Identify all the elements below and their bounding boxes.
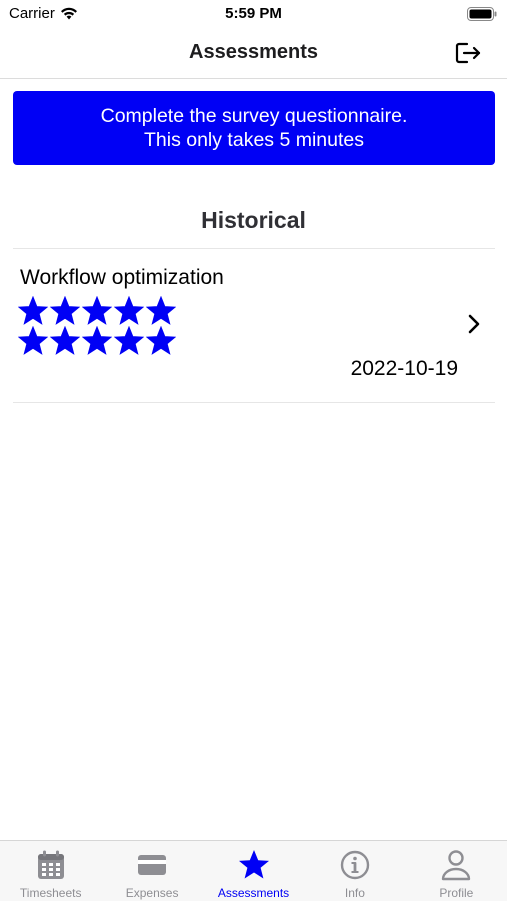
- survey-banner-button[interactable]: Complete the survey questionnaire. This …: [13, 91, 495, 165]
- banner-line-2: This only takes 5 minutes: [143, 129, 364, 151]
- star-icon: [50, 296, 80, 325]
- tab-bar: Timesheets Expenses Assessments Info Pro…: [0, 840, 507, 901]
- battery-icon: [467, 7, 497, 21]
- tab-info[interactable]: Info: [304, 841, 405, 901]
- info-icon: [340, 850, 370, 880]
- tab-expenses[interactable]: Expenses: [101, 841, 202, 901]
- star-icon: [18, 296, 48, 325]
- star-icon: [146, 296, 176, 325]
- tab-profile[interactable]: Profile: [406, 841, 507, 901]
- chevron-right-icon: [468, 314, 480, 334]
- tab-label: Assessments: [217, 886, 290, 900]
- star-icon: [114, 296, 144, 325]
- tab-assessments[interactable]: Assessments: [203, 841, 304, 901]
- star-icon: [238, 850, 269, 879]
- star-rating: [18, 296, 178, 356]
- banner-line-1: Complete the survey questionnaire.: [100, 105, 408, 127]
- tab-label: Info: [344, 886, 365, 900]
- status-time: 5:59 PM: [225, 5, 282, 22]
- credit-card-icon: [138, 855, 167, 875]
- divider: [13, 402, 495, 403]
- tab-label: Expenses: [125, 886, 179, 900]
- star-icon: [146, 326, 176, 355]
- star-rating-row: [18, 326, 178, 356]
- status-bar: Carrier 5:59 PM: [0, 0, 507, 28]
- star-icon: [114, 326, 144, 355]
- page-title: Assessments: [189, 41, 318, 63]
- tab-label: Profile: [439, 886, 474, 900]
- star-icon: [82, 296, 112, 325]
- assessment-title: Workflow optimization: [20, 266, 224, 289]
- navigation-bar: Assessments: [0, 28, 507, 79]
- star-icon: [18, 326, 48, 355]
- calendar-icon: [37, 850, 64, 879]
- star-rating-row: [18, 296, 178, 326]
- tab-timesheets[interactable]: Timesheets: [0, 841, 101, 901]
- tab-label: Timesheets: [19, 886, 82, 900]
- star-icon: [50, 326, 80, 355]
- logout-icon[interactable]: [453, 40, 483, 66]
- section-heading-historical: Historical: [201, 207, 306, 233]
- assessment-date: 2022-10-19: [350, 357, 458, 380]
- star-icon: [82, 326, 112, 355]
- person-icon: [442, 850, 471, 881]
- assessment-row[interactable]: Workflow optimization 2022-10-19: [13, 249, 495, 402]
